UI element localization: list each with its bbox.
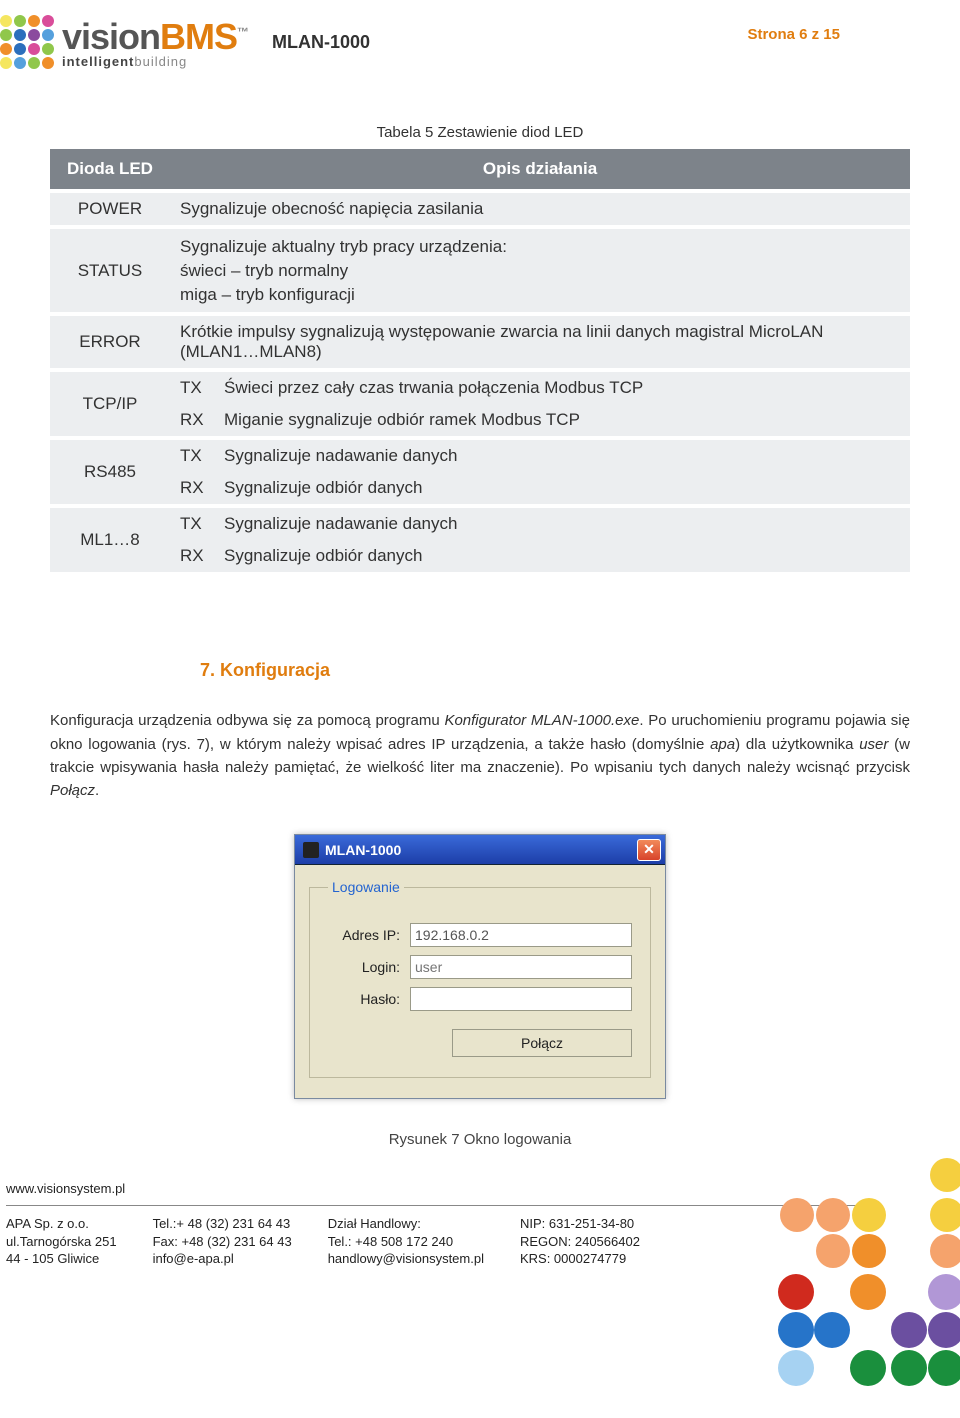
table-row: RX Sygnalizuje odbiór danych <box>50 540 910 572</box>
login-fieldset: Logowanie Adres IP: Login: Hasło: Połącz <box>309 879 651 1078</box>
paragraph: Konfiguracja urządzenia odbywa się za po… <box>50 709 910 802</box>
footer-columns: APA Sp. z o.o. ul.Tarnogórska 251 44 - 1… <box>6 1215 640 1268</box>
cell-rs485-rx-desc: Sygnalizuje odbiór danych <box>214 472 910 504</box>
cell-status-desc: Sygnalizuje aktualny tryb pracy urządzen… <box>170 229 910 312</box>
dialog-title-text: MLAN-1000 <box>325 842 401 858</box>
table-row: TCP/IP TX Świeci przez cały czas trwania… <box>50 372 910 404</box>
th-desc: Opis działania <box>170 149 910 189</box>
table-row: ERROR Krótkie impulsy sygnalizują występ… <box>50 316 910 368</box>
login-input[interactable] <box>410 955 632 979</box>
doc-title: MLAN-1000 <box>272 32 370 53</box>
logo-dots-icon <box>0 15 54 69</box>
ip-label: Adres IP: <box>328 927 400 943</box>
cell-power-desc: Sygnalizuje obecność napięcia zasilania <box>170 193 910 225</box>
cell-ml-rx-desc: Sygnalizuje odbiór danych <box>214 540 910 572</box>
footer-col-sales: Dział Handlowy: Tel.: +48 508 172 240 ha… <box>328 1215 484 1268</box>
footer-col-company: APA Sp. z o.o. ul.Tarnogórska 251 44 - 1… <box>6 1215 117 1268</box>
cell-rs485-tx-desc: Sygnalizuje nadawanie danych <box>214 440 910 472</box>
logo: visionBMS™ intelligentbuilding <box>0 15 248 69</box>
password-input[interactable] <box>410 987 632 1011</box>
cell-ml-tx-desc: Sygnalizuje nadawanie danych <box>214 508 910 540</box>
cell-error-label: ERROR <box>50 316 170 368</box>
footer-col-contact: Tel.:+ 48 (32) 231 64 43 Fax: +48 (32) 2… <box>153 1215 292 1268</box>
connect-button[interactable]: Połącz <box>452 1029 632 1057</box>
cell-rs485-tx-lbl: TX <box>170 440 214 472</box>
table-row: RS485 TX Sygnalizuje nadawanie danych <box>50 440 910 472</box>
logo-text: visionBMS™ <box>62 16 248 58</box>
table-row: POWER Sygnalizuje obecność napięcia zasi… <box>50 193 910 225</box>
cell-tcpip-rx-desc: Miganie sygnalizuje odbiór ramek Modbus … <box>214 404 910 436</box>
decorative-dots-icon <box>750 1158 960 1418</box>
cell-tcpip-tx-desc: Świeci przez cały czas trwania połączeni… <box>214 372 910 404</box>
close-icon: ✕ <box>643 841 655 858</box>
logo-subtitle: intelligentbuilding <box>62 54 248 69</box>
cell-ml-tx-lbl: TX <box>170 508 214 540</box>
app-icon <box>303 842 319 858</box>
login-dialog: MLAN-1000 ✕ Logowanie Adres IP: Login: H… <box>294 834 666 1099</box>
login-label: Login: <box>328 959 400 975</box>
page-number: Strona 6 z 15 <box>747 26 840 43</box>
ip-input[interactable] <box>410 923 632 947</box>
close-button[interactable]: ✕ <box>637 839 661 861</box>
cell-rs485-rx-lbl: RX <box>170 472 214 504</box>
cell-rs485-label: RS485 <box>50 440 170 504</box>
led-table: Dioda LED Opis działania POWER Sygnalizu… <box>50 149 910 572</box>
dialog-titlebar: MLAN-1000 ✕ <box>295 835 665 865</box>
table-row: ML1…8 TX Sygnalizuje nadawanie danych <box>50 508 910 540</box>
cell-tcpip-rx-lbl: RX <box>170 404 214 436</box>
password-label: Hasło: <box>328 991 400 1007</box>
table-row: STATUS Sygnalizuje aktualny tryb pracy u… <box>50 229 910 312</box>
cell-tcpip-tx-lbl: TX <box>170 372 214 404</box>
section-heading: 7. Konfiguracja <box>200 660 910 681</box>
figure-caption: Rysunek 7 Okno logowania <box>50 1131 910 1148</box>
table-caption: Tabela 5 Zestawienie diod LED <box>50 124 910 141</box>
cell-ml-rx-lbl: RX <box>170 540 214 572</box>
table-row: RX Miganie sygnalizuje odbiór ramek Modb… <box>50 404 910 436</box>
th-led: Dioda LED <box>50 149 170 189</box>
cell-power-label: POWER <box>50 193 170 225</box>
footer-url: www.visionsystem.pl <box>6 1181 125 1196</box>
table-row: RX Sygnalizuje odbiór danych <box>50 472 910 504</box>
cell-ml-label: ML1…8 <box>50 508 170 572</box>
footer-divider <box>6 1205 876 1206</box>
footer-col-ids: NIP: 631-251-34-80 REGON: 240566402 KRS:… <box>520 1215 640 1268</box>
cell-status-label: STATUS <box>50 229 170 312</box>
cell-error-desc: Krótkie impulsy sygnalizują występowanie… <box>170 316 910 368</box>
page-header: visionBMS™ intelligentbuilding MLAN-1000… <box>0 0 960 69</box>
fieldset-legend: Logowanie <box>328 879 404 895</box>
cell-tcpip-label: TCP/IP <box>50 372 170 436</box>
